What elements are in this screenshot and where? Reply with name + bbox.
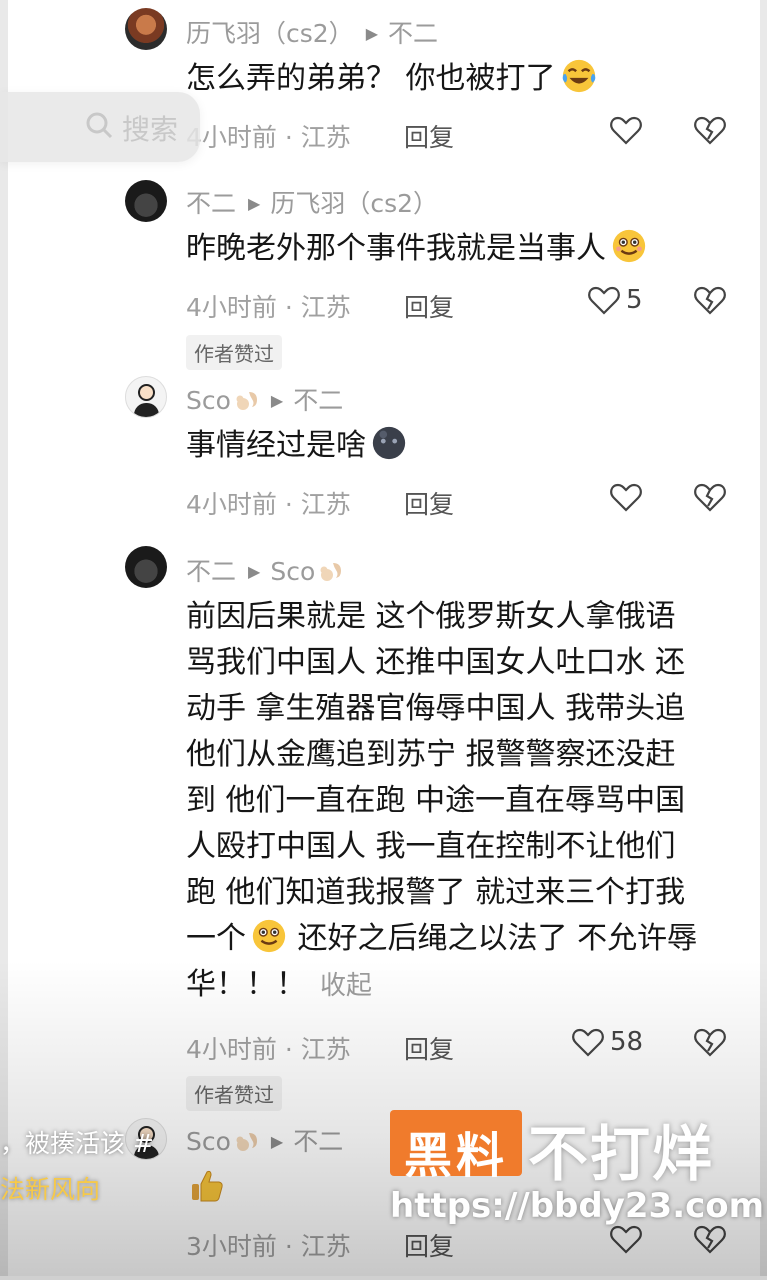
reply-arrow-icon: ▶ [365, 24, 378, 43]
watermark-url: https://bbdy23.com [390, 1186, 765, 1226]
heart-icon [610, 483, 642, 512]
dislike-button[interactable] [692, 112, 728, 154]
dislike-button[interactable] [692, 1221, 728, 1263]
avatar[interactable] [125, 180, 167, 222]
author-name[interactable]: Sco [186, 1127, 259, 1156]
watermark-badge: 黑料 [390, 1110, 522, 1184]
comment-meta: Sco ▶ 不二 [186, 1122, 343, 1158]
smile-emoji [612, 229, 646, 263]
bottom-progress-bar [0, 1276, 767, 1280]
broken-heart-icon [694, 1028, 726, 1057]
broken-heart-icon [694, 1225, 726, 1254]
like-button[interactable] [608, 479, 648, 515]
reply-to-name[interactable]: Sco [270, 557, 343, 586]
collapse-button[interactable]: 收起 [320, 971, 372, 1001]
comment-time-location: 3小时前 · 江苏 [186, 1232, 351, 1261]
squirrel-icon [236, 1133, 257, 1151]
reply-to-name[interactable]: 历飞羽（cs2） [270, 189, 438, 218]
comment-text [186, 1166, 226, 1213]
like-button[interactable]: 5 [586, 282, 643, 318]
dark-face-emoji [372, 426, 406, 460]
like-button[interactable] [608, 1221, 648, 1257]
author-liked-badge: 作者赞过 [186, 335, 282, 370]
heart-icon [610, 116, 642, 145]
like-button[interactable]: 58 [570, 1024, 643, 1060]
avatar[interactable] [125, 376, 167, 418]
search-icon [86, 112, 113, 139]
comment-time-location: 4小时前 · 江苏 [186, 490, 351, 519]
like-count: 5 [626, 285, 643, 315]
reply-button[interactable]: 回复 [404, 485, 454, 521]
author-name[interactable]: Sco [186, 386, 259, 415]
broken-heart-icon [694, 286, 726, 315]
video-caption-tag[interactable]: 法新风向 [0, 1170, 100, 1206]
reply-to-name[interactable]: 不二 [293, 1127, 343, 1156]
comment-meta: Sco ▶ 不二 [186, 381, 343, 417]
comment-time-location: 4小时前 · 江苏 [186, 293, 351, 322]
comment-meta: 不二 ▶ Sco [186, 552, 343, 588]
comment-meta: 历飞羽（cs2） ▶ 不二 [186, 14, 438, 50]
comment-time-location: 4小时前 · 江苏 [186, 123, 351, 152]
author-liked-badge: 作者赞过 [186, 1076, 282, 1111]
reply-arrow-icon: ▶ [270, 1132, 284, 1151]
heart-icon [572, 1028, 604, 1057]
reply-to-name[interactable]: 不二 [293, 386, 343, 415]
reply-arrow-icon: ▶ [248, 562, 261, 581]
reply-arrow-icon: ▶ [248, 194, 261, 213]
search-button[interactable]: 搜索 [0, 92, 200, 162]
like-button[interactable] [608, 112, 648, 148]
broken-heart-icon [694, 483, 726, 512]
dislike-button[interactable] [692, 479, 728, 521]
dislike-button[interactable] [692, 282, 728, 324]
heart-icon [610, 1225, 642, 1254]
author-name[interactable]: 不二 [186, 189, 236, 218]
comment-text: 怎么弄的弟弟？ 你也被打了 [186, 56, 598, 102]
author-name[interactable]: 历飞羽（cs2） [186, 19, 354, 48]
left-edge [0, 0, 8, 1280]
broken-heart-icon [694, 116, 726, 145]
watermark-title: 不打烊 [528, 1120, 714, 1190]
comment-time-location: 4小时前 · 江苏 [186, 1035, 351, 1064]
reply-button[interactable]: 回复 [404, 1227, 454, 1263]
avatar[interactable] [125, 8, 167, 50]
right-edge [760, 0, 767, 1280]
dislike-button[interactable] [692, 1024, 728, 1066]
thumbs-up-emoji [192, 1170, 223, 1202]
video-caption: ，被揍活该 # [0, 1129, 154, 1158]
reply-button[interactable]: 回复 [404, 118, 454, 154]
reply-arrow-icon: ▶ [270, 391, 284, 410]
heart-icon [588, 286, 620, 315]
reply-to-name[interactable]: 不二 [388, 19, 438, 48]
smile-emoji [252, 919, 286, 953]
like-count: 58 [610, 1027, 644, 1057]
comment-text: 前因后果就是 这个俄罗斯女人拿俄语 骂我们中国人 还推中国女人吐口水 还 动手 … [186, 599, 698, 1002]
squirrel-icon [236, 392, 257, 410]
reply-button[interactable]: 回复 [404, 288, 454, 324]
avatar[interactable] [125, 546, 167, 588]
comment-meta: 不二 ▶ 历飞羽（cs2） [186, 184, 438, 220]
search-label: 搜索 [122, 113, 179, 146]
laugh-cry-emoji [562, 59, 595, 93]
reply-button[interactable]: 回复 [404, 1030, 454, 1066]
author-name[interactable]: 不二 [186, 557, 236, 586]
comment-text: 事情经过是啥 [186, 423, 408, 469]
squirrel-icon [320, 563, 342, 581]
comment-text: 昨晚老外那个事件我就是当事人 [186, 226, 648, 272]
